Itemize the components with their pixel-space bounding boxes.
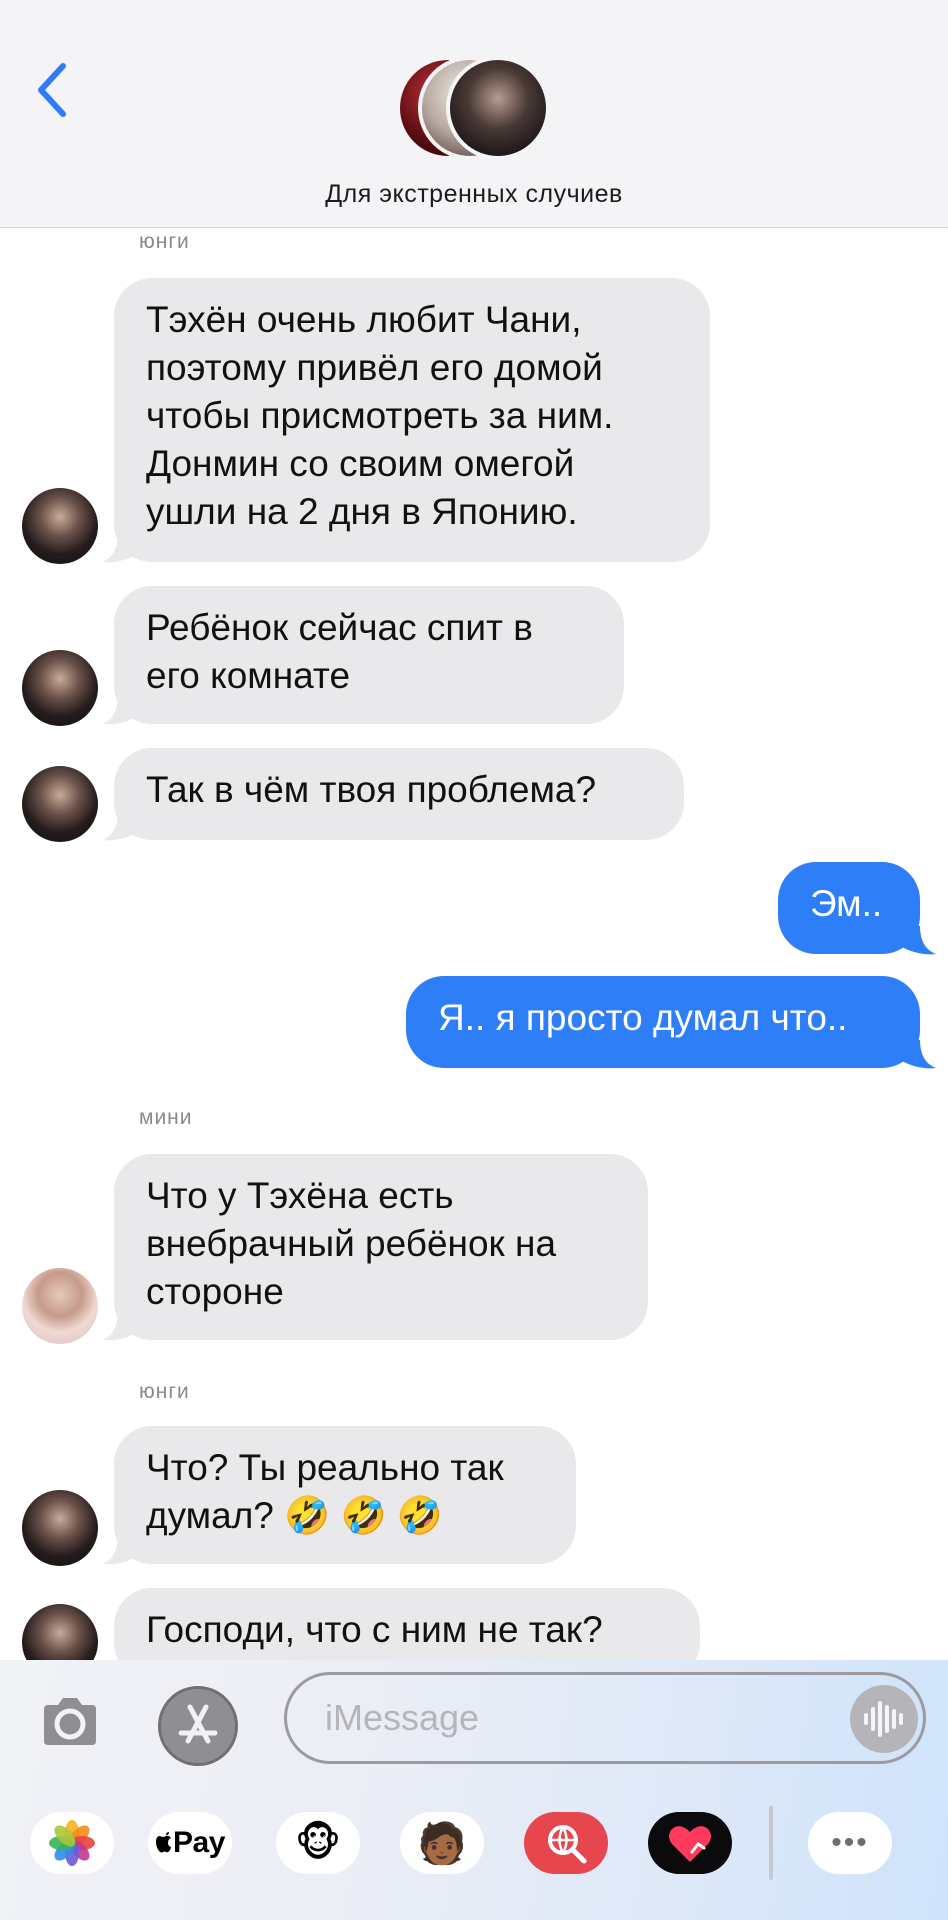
- camera-button[interactable]: [38, 1693, 102, 1753]
- avatar[interactable]: [22, 1268, 98, 1344]
- message-text: Донмин со своим омегой: [146, 443, 575, 484]
- web-search-icon: [548, 1825, 587, 1864]
- back-button[interactable]: [30, 60, 74, 120]
- message-bubble-incoming[interactable]: Ребёнок сейчас спит в его комнате: [114, 586, 624, 724]
- chevron-left-icon: [38, 63, 66, 117]
- digital-touch-heart-icon: [669, 1826, 711, 1862]
- app-drawer: Pay 🐵 🧑🏾 •••: [0, 1796, 948, 1886]
- message-text: чтобы присмотреть за ним.: [146, 395, 614, 436]
- app-store-icon: [178, 1704, 218, 1744]
- message-text: Ребёнок сейчас спит в: [146, 607, 533, 648]
- more-apps-button[interactable]: •••: [808, 1812, 892, 1874]
- message-text: ушли на 2 дня в Японию.: [146, 491, 578, 532]
- photos-app-button[interactable]: [30, 1812, 114, 1874]
- divider: [769, 1806, 773, 1880]
- message-text: Так в чём твоя проблема?: [146, 769, 597, 810]
- monkey-animoji-icon: 🐵: [294, 1821, 342, 1865]
- conversation-title[interactable]: Для экстренных случиев: [0, 180, 948, 209]
- sender-name: мини: [139, 1106, 193, 1129]
- avatar[interactable]: [22, 650, 98, 726]
- message-bubble-outgoing[interactable]: Эм..: [778, 862, 920, 954]
- imessage-screen: Для экстренных случиев юнги Тэхён очень …: [0, 0, 948, 1920]
- message-bubble-incoming[interactable]: Что? Ты реально так думал? 🤣 🤣 🤣: [114, 1426, 576, 1564]
- camera-icon: [44, 1698, 96, 1745]
- avatar[interactable]: [22, 766, 98, 842]
- message-text: поэтому привёл его домой: [146, 347, 603, 388]
- message-text: Тэхён очень любит Чани,: [146, 299, 582, 340]
- message-text: Я.. я просто думал что..: [438, 997, 848, 1038]
- apple-pay-button[interactable]: Pay: [148, 1812, 232, 1874]
- message-text: Эм..: [810, 883, 883, 924]
- compose-bar: Pay 🐵 🧑🏾: [0, 1660, 948, 1920]
- message-bubble-outgoing[interactable]: Я.. я просто думал что..: [406, 976, 920, 1068]
- voice-message-button[interactable]: [850, 1685, 918, 1753]
- group-avatars[interactable]: [396, 56, 552, 162]
- message-text: Что у Тэхёна есть: [146, 1175, 454, 1216]
- sender-name: юнги: [139, 230, 190, 253]
- avatar: [446, 56, 550, 160]
- web-search-button[interactable]: [524, 1812, 608, 1874]
- message-bubble-incoming[interactable]: Что у Тэхёна есть внебрачный ребёнок на …: [114, 1154, 648, 1340]
- message-bubble-incoming[interactable]: Так в чём твоя проблема?: [114, 748, 684, 840]
- message-text: Господи, что с ним не так?: [146, 1609, 603, 1650]
- message-text: стороне: [146, 1271, 284, 1312]
- more-icon: •••: [831, 1826, 869, 1859]
- avatar[interactable]: [22, 1490, 98, 1566]
- message-text: думал? 🤣 🤣 🤣: [146, 1495, 443, 1536]
- avatar[interactable]: [22, 488, 98, 564]
- digital-touch-button[interactable]: [648, 1812, 732, 1874]
- apple-pay-label: Pay: [173, 1826, 225, 1859]
- animoji-button[interactable]: 🐵: [276, 1812, 360, 1874]
- sender-name: юнги: [139, 1380, 190, 1403]
- message-bubble-incoming[interactable]: Тэхён очень любит Чани, поэтому привёл е…: [114, 278, 710, 562]
- memoji-button[interactable]: 🧑🏾: [400, 1812, 484, 1874]
- message-text: Что? Ты реально так: [146, 1447, 504, 1488]
- voice-waveform-icon: [864, 1701, 903, 1737]
- memoji-icon: 🧑🏾: [417, 1821, 467, 1866]
- message-input[interactable]: [284, 1672, 926, 1764]
- conversation-header: Для экстренных случиев: [0, 0, 948, 228]
- message-text: внебрачный ребёнок на: [146, 1223, 557, 1264]
- photos-icon: [49, 1820, 95, 1866]
- apple-logo-icon: [156, 1832, 172, 1853]
- message-text: его комнате: [146, 655, 351, 696]
- app-store-button[interactable]: [158, 1686, 238, 1766]
